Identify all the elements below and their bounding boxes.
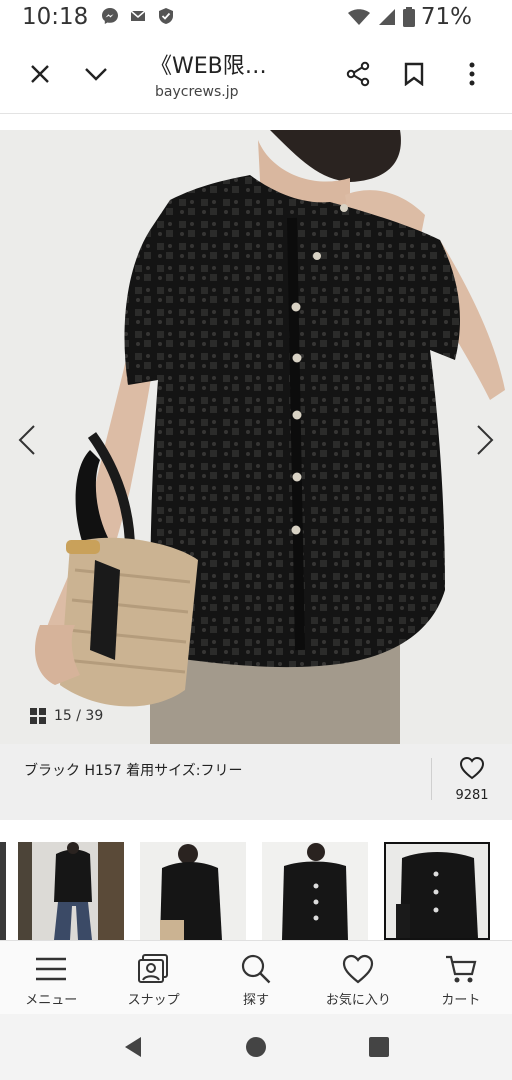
collapse-button[interactable] (76, 54, 116, 94)
wifi-icon (347, 9, 370, 25)
image-counter-text: 15 / 39 (54, 708, 104, 724)
back-triangle-icon (125, 1037, 141, 1057)
heart-icon (343, 954, 374, 984)
close-button[interactable] (20, 54, 60, 94)
chevron-down-icon (85, 68, 107, 81)
browser-toolbar: 《WEB限… baycrews.jp (0, 36, 512, 114)
recents-square-icon (369, 1037, 389, 1057)
favorite-count: 9281 (455, 788, 489, 803)
status-bar: 10:18 71% (0, 0, 512, 36)
system-recents-button[interactable] (364, 1032, 394, 1062)
page-url: baycrews.jp (155, 84, 239, 100)
nav-favorites-label: お気に入り (325, 993, 391, 1008)
nav-search[interactable]: 探す (205, 941, 307, 1014)
thumbnail-image (386, 844, 488, 938)
notification-icons (100, 6, 176, 26)
mail-icon (128, 6, 148, 26)
product-description: ブラック H157 着用サイズ:フリー (24, 763, 243, 779)
more-options-button[interactable] (452, 54, 492, 94)
thumbnail[interactable] (0, 842, 6, 940)
more-vert-icon (469, 62, 475, 86)
thumbnail-strip (0, 820, 512, 940)
system-home-button[interactable] (241, 1032, 271, 1062)
thumbnail-image (262, 842, 368, 940)
grid-icon (30, 708, 46, 724)
bottom-navigation: メニュー スナップ 探す お気に入り カート (0, 940, 512, 1014)
battery-icon (402, 7, 415, 27)
search-icon (241, 954, 271, 984)
nav-menu-label: メニュー (25, 993, 78, 1008)
product-photo (0, 130, 512, 744)
thumbnail[interactable] (140, 842, 246, 940)
thumbnail-image (140, 842, 246, 940)
thumbnail[interactable] (262, 842, 368, 940)
status-time: 10:18 (22, 4, 89, 30)
menu-icon (36, 957, 67, 981)
thumbnail-image (0, 842, 6, 940)
shield-icon (156, 6, 176, 26)
messenger-icon (100, 6, 120, 26)
system-navigation-bar (0, 1014, 512, 1080)
nav-snap-label: スナップ (127, 993, 180, 1008)
nav-cart[interactable]: カート (410, 941, 512, 1014)
nav-menu[interactable]: メニュー (0, 941, 102, 1014)
bookmark-icon (404, 62, 424, 86)
nav-snap[interactable]: スナップ (102, 941, 204, 1014)
battery-level: 71% (420, 4, 472, 30)
heart-icon (459, 756, 485, 780)
nav-search-label: 探す (243, 993, 270, 1008)
share-button[interactable] (338, 54, 378, 94)
home-circle-icon (246, 1037, 266, 1057)
system-status: 71% (347, 4, 472, 30)
bookmark-button[interactable] (394, 54, 434, 94)
product-info-row: ブラック H157 着用サイズ:フリー 9281 (0, 744, 512, 820)
cart-icon (445, 955, 477, 983)
favorite-button[interactable]: 9281 (446, 756, 498, 803)
next-image-arrow[interactable] (470, 420, 500, 460)
page-title: 《WEB限… (150, 54, 267, 79)
snap-icon (137, 954, 168, 983)
thumbnail[interactable] (18, 842, 124, 940)
product-image-gallery[interactable]: 15 / 39 (0, 130, 512, 744)
share-icon (346, 61, 370, 87)
image-counter[interactable]: 15 / 39 (30, 708, 103, 724)
system-back-button[interactable] (118, 1032, 148, 1062)
divider (431, 758, 432, 800)
close-icon (31, 65, 49, 83)
previous-image-arrow[interactable] (12, 420, 42, 460)
thumbnail-selected[interactable] (384, 842, 490, 940)
nav-favorites[interactable]: お気に入り (307, 941, 409, 1014)
signal-icon (378, 9, 395, 25)
thumbnail-image (18, 842, 124, 940)
nav-cart-label: カート (441, 993, 481, 1008)
